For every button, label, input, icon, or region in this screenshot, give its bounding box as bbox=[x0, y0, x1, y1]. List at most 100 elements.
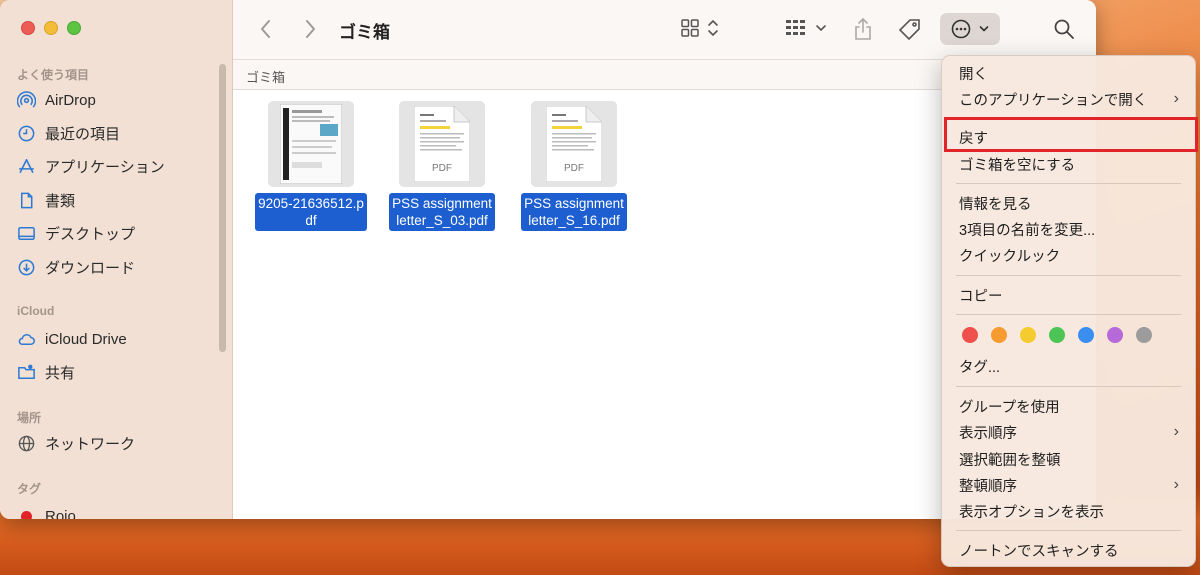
chevron-down-icon bbox=[816, 25, 826, 32]
menu-item-open-with[interactable]: このアプリケーションで開く › bbox=[959, 87, 1179, 111]
sidebar-item-shared[interactable]: 共有 bbox=[17, 359, 75, 385]
menu-item-clean-up-selection[interactable]: 選択範囲を整頓 bbox=[959, 447, 1179, 471]
share-icon bbox=[855, 17, 871, 40]
file-thumbnail bbox=[531, 101, 617, 187]
chevron-right-icon: › bbox=[1173, 476, 1179, 493]
cloud-icon bbox=[18, 333, 35, 345]
tag-blue-swatch[interactable] bbox=[1078, 327, 1094, 343]
pdf-badge: PDF bbox=[432, 163, 452, 174]
sidebar-item-label: アプリケーション bbox=[45, 158, 165, 176]
finder-window: よく使う項目 AirDrop 最近の項目 アプリケーション 書類 デスクトップ … bbox=[0, 0, 1096, 519]
sidebar-item-documents[interactable]: 書類 bbox=[17, 187, 75, 213]
menu-item-open[interactable]: 開く bbox=[959, 61, 1179, 85]
tag-color-picker bbox=[962, 327, 1152, 343]
sidebar-scrollbar[interactable] bbox=[219, 64, 226, 352]
grid-view-icon bbox=[681, 19, 699, 37]
menu-separator bbox=[956, 183, 1181, 184]
tag-button[interactable] bbox=[898, 18, 922, 42]
shared-folder-icon bbox=[18, 364, 35, 379]
file-item[interactable]: PDF PSS assignment letter_S_03.pdf bbox=[382, 101, 502, 231]
group-icon bbox=[786, 20, 805, 35]
path-bar-label: ゴミ箱 bbox=[246, 70, 286, 85]
forward-button[interactable] bbox=[303, 18, 317, 40]
sidebar-item-icloud-drive[interactable]: iCloud Drive bbox=[17, 326, 127, 352]
menu-item-empty-trash[interactable]: ゴミ箱を空にする bbox=[959, 152, 1179, 176]
sidebar-item-desktop[interactable]: デスクトップ bbox=[17, 220, 135, 246]
window-title: ゴミ箱 bbox=[339, 23, 390, 42]
menu-item-quick-look[interactable]: クイックルック bbox=[959, 243, 1179, 267]
sidebar-section-icloud: iCloud bbox=[17, 304, 55, 318]
sidebar-item-airdrop[interactable]: AirDrop bbox=[17, 87, 96, 113]
pdf-badge: PDF bbox=[564, 163, 584, 174]
search-icon bbox=[1054, 19, 1074, 39]
sidebar-item-label: Rojo bbox=[45, 507, 76, 520]
sidebar-item-applications[interactable]: アプリケーション bbox=[17, 153, 165, 179]
menu-separator bbox=[956, 275, 1181, 276]
menu-item-norton-scan[interactable]: ノートンでスキャンする bbox=[959, 538, 1179, 562]
sidebar-item-tag-rojo[interactable]: Rojo bbox=[17, 503, 76, 519]
context-menu: 開く このアプリケーションで開く › 戻す ゴミ箱を空にする 情報を見る 3項目の… bbox=[941, 55, 1198, 567]
toolbar: ゴミ箱 bbox=[233, 0, 1096, 60]
zoom-button[interactable] bbox=[67, 21, 81, 35]
menu-item-get-info[interactable]: 情報を見る bbox=[959, 191, 1179, 215]
more-actions-button[interactable] bbox=[940, 13, 1000, 45]
menu-item-sort-by[interactable]: 表示順序 › bbox=[959, 420, 1179, 444]
menu-item-copy[interactable]: コピー bbox=[959, 283, 1179, 307]
sidebar-item-label: 共有 bbox=[45, 364, 76, 382]
view-mode-button[interactable] bbox=[680, 18, 720, 38]
menu-item-use-groups[interactable]: グループを使用 bbox=[959, 394, 1179, 418]
file-thumbnail bbox=[268, 101, 354, 187]
minimize-button[interactable] bbox=[44, 21, 58, 35]
file-item[interactable]: 9205-21636512.p df bbox=[251, 101, 371, 231]
desktop-icon bbox=[18, 226, 35, 240]
search-button[interactable] bbox=[1053, 18, 1075, 40]
chevron-updown-icon bbox=[708, 19, 718, 37]
menu-item-rename[interactable]: 3項目の名前を変更... bbox=[959, 217, 1179, 241]
menu-item-show-view-options[interactable]: 表示オプションを表示 bbox=[959, 499, 1179, 523]
ellipsis-circle-icon bbox=[951, 19, 971, 39]
sidebar-item-label: 最近の項目 bbox=[45, 125, 121, 143]
tag-orange-swatch[interactable] bbox=[991, 327, 1007, 343]
scanned-document-icon bbox=[280, 104, 342, 184]
menu-item-put-back[interactable]: 戻す bbox=[959, 125, 1179, 149]
file-name-label[interactable]: PSS assignment letter_S_16.pdf bbox=[521, 193, 627, 231]
menu-separator bbox=[956, 314, 1181, 315]
sidebar-section-locations: 場所 bbox=[17, 411, 42, 425]
sidebar-section-favorites: よく使う項目 bbox=[17, 68, 90, 82]
applications-icon bbox=[19, 158, 34, 173]
file-item[interactable]: PDF PSS assignment letter_S_16.pdf bbox=[514, 101, 634, 231]
back-button[interactable] bbox=[259, 18, 273, 40]
sidebar-item-downloads[interactable]: ダウンロード bbox=[17, 254, 135, 280]
chevron-right-icon: › bbox=[1173, 90, 1179, 107]
sidebar-item-recents[interactable]: 最近の項目 bbox=[17, 120, 120, 146]
file-name-label[interactable]: PSS assignment letter_S_03.pdf bbox=[389, 193, 495, 231]
airdrop-icon bbox=[17, 90, 36, 108]
red-tag-icon bbox=[21, 510, 32, 519]
file-name-label[interactable]: 9205-21636512.p df bbox=[255, 193, 367, 231]
menu-separator bbox=[956, 530, 1181, 531]
download-icon bbox=[18, 259, 35, 275]
sidebar-item-label: AirDrop bbox=[45, 91, 96, 109]
tag-yellow-swatch[interactable] bbox=[1020, 327, 1036, 343]
chevron-right-icon: › bbox=[1173, 423, 1179, 440]
tag-green-swatch[interactable] bbox=[1049, 327, 1065, 343]
sidebar-item-network[interactable]: ネットワーク bbox=[17, 430, 135, 456]
document-icon bbox=[20, 192, 33, 208]
chevron-right-icon bbox=[306, 20, 315, 38]
sidebar-item-label: ダウンロード bbox=[45, 259, 136, 277]
clock-icon bbox=[18, 125, 35, 141]
tag-purple-swatch[interactable] bbox=[1107, 327, 1123, 343]
tag-red-swatch[interactable] bbox=[962, 327, 978, 343]
sidebar: よく使う項目 AirDrop 最近の項目 アプリケーション 書類 デスクトップ … bbox=[0, 0, 233, 519]
tag-gray-swatch[interactable] bbox=[1136, 327, 1152, 343]
close-button[interactable] bbox=[21, 21, 35, 35]
sidebar-item-label: ネットワーク bbox=[45, 435, 136, 453]
sidebar-item-label: デスクトップ bbox=[45, 225, 136, 243]
group-button[interactable] bbox=[785, 18, 827, 38]
chevron-left-icon bbox=[261, 20, 270, 38]
chevron-down-icon bbox=[979, 26, 989, 32]
menu-item-clean-up-by[interactable]: 整頓順序 › bbox=[959, 473, 1179, 497]
sidebar-item-label: iCloud Drive bbox=[45, 330, 127, 348]
menu-item-tags[interactable]: タグ... bbox=[959, 354, 1179, 378]
share-button[interactable] bbox=[853, 17, 873, 41]
